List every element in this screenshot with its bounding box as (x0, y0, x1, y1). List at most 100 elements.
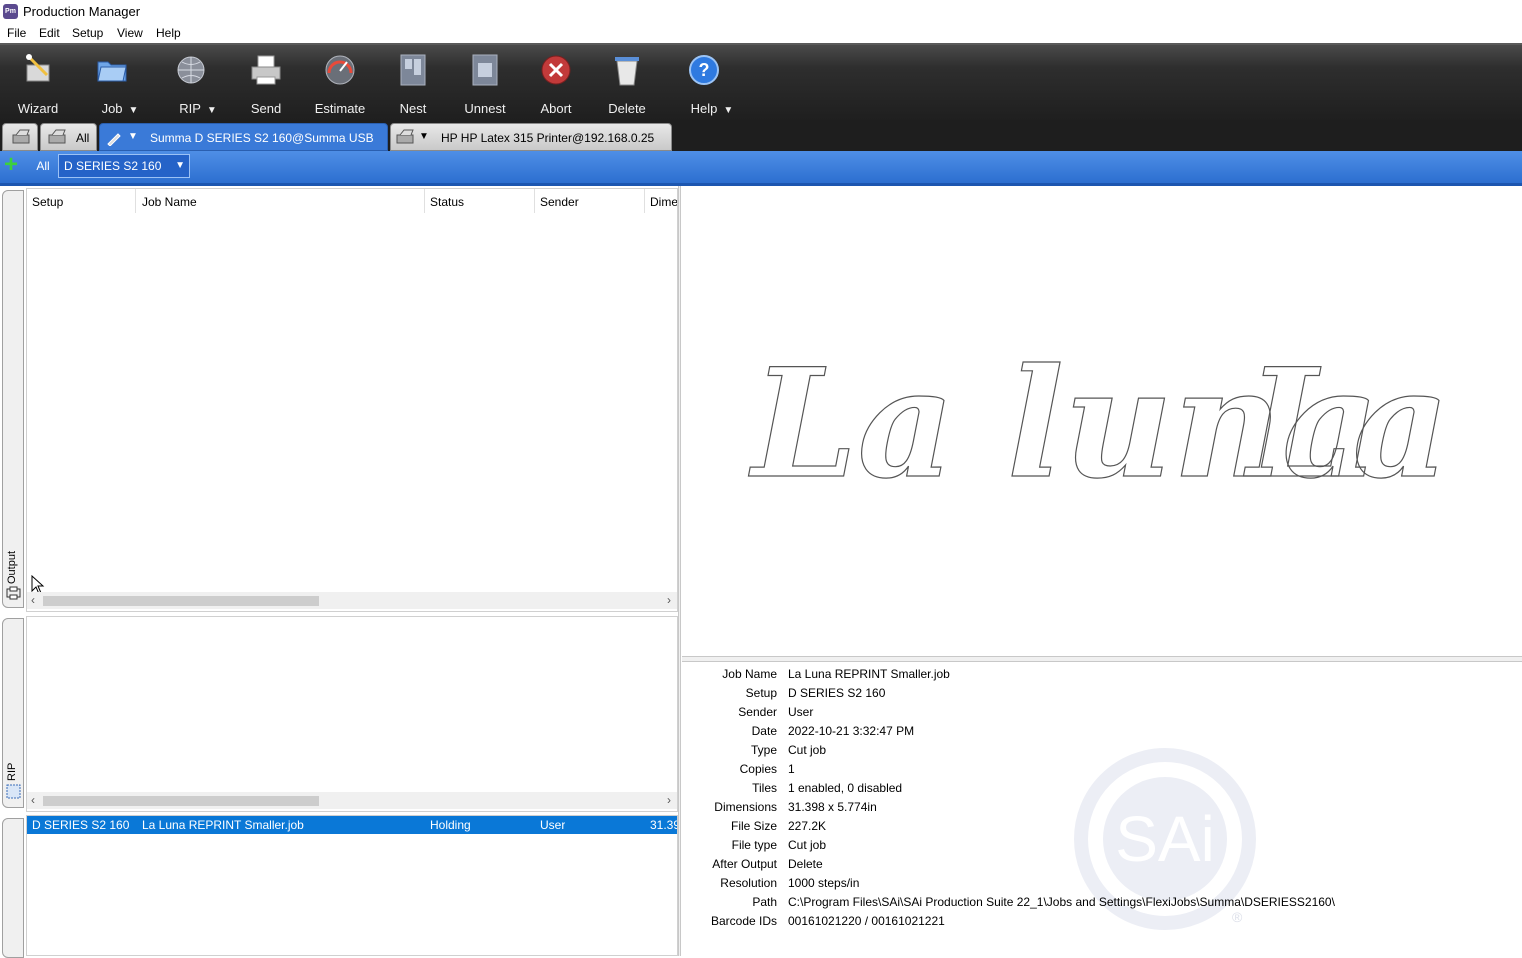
rip-button[interactable]: RIP ▼ (170, 51, 226, 117)
scrollbar-thumb[interactable] (43, 596, 319, 606)
column-setup[interactable]: Setup (32, 195, 63, 209)
scroll-right-icon[interactable]: › (667, 593, 671, 607)
trash-icon (615, 57, 639, 86)
menu-view[interactable]: View (117, 26, 143, 40)
wizard-button[interactable]: Wizard (10, 51, 66, 117)
property-value: La Luna REPRINT Smaller.job (788, 667, 950, 681)
property-row-dimensions: Dimensions 31.398 x 5.774in (682, 797, 1522, 816)
property-value: C:\Program Files\SAi\SAi Production Suit… (788, 895, 1335, 909)
folder-icon (97, 61, 127, 82)
abort-icon (541, 55, 571, 85)
help-button[interactable]: ? Help ▼ (684, 51, 740, 117)
menu-file[interactable]: File (7, 26, 26, 40)
printer-icon (48, 129, 66, 144)
menu-help[interactable]: Help (156, 26, 181, 40)
property-row-file-size: File Size 227.2K (682, 816, 1522, 835)
column-job-name[interactable]: Job Name (142, 195, 197, 209)
property-key: Path (752, 895, 777, 909)
rip-label: RIP (179, 101, 201, 116)
help-dropdown-icon[interactable]: ▼ (723, 105, 733, 116)
main-toolbar: Wizard Job ▼ RIP ▼ Send Estimate Nest Un… (0, 43, 1522, 120)
send-button[interactable]: Send (240, 51, 292, 117)
rip-horizontal-scrollbar[interactable]: ‹ › (27, 792, 677, 809)
column-status[interactable]: Status (430, 195, 464, 209)
scroll-right-icon[interactable]: › (667, 793, 671, 807)
side-tab-rip-label: RIP (6, 762, 18, 781)
property-row-type: Type Cut job (682, 740, 1522, 759)
output-queue-pane: Setup Job Name Status Sender Dime ‹ › (26, 188, 678, 612)
printer-icon (396, 129, 414, 144)
table-row[interactable]: D SERIES S2 160 La Luna REPRINT Smaller.… (27, 816, 677, 834)
job-button[interactable]: Job ▼ (92, 51, 148, 117)
side-tab-output[interactable]: Output (2, 190, 24, 608)
side-tab-hold[interactable] (2, 818, 24, 958)
tab-home[interactable] (2, 123, 38, 151)
property-row-resolution: Resolution 1000 steps/in (682, 873, 1522, 892)
nest-icon (400, 54, 426, 86)
property-value: 1 (788, 762, 795, 776)
job-dimensions-cell: 31.39 (650, 818, 677, 832)
hold-queue-pane: D SERIES S2 160 La Luna REPRINT Smaller.… (26, 815, 678, 956)
scroll-left-icon[interactable]: ‹ (31, 593, 35, 607)
column-header-row: Setup Job Name Status Sender Dime (27, 189, 677, 213)
column-sender[interactable]: Sender (540, 195, 579, 209)
title-bar: Pm Production Manager (0, 0, 1522, 23)
property-key: Dimensions (714, 800, 777, 814)
summa-dropdown-icon[interactable]: ▼ (128, 131, 138, 142)
vertical-splitter[interactable] (678, 186, 681, 956)
menu-setup[interactable]: Setup (72, 26, 103, 40)
property-row-after-output: After Output Delete (682, 854, 1522, 873)
hp-dropdown-icon[interactable]: ▼ (419, 131, 429, 142)
rip-dropdown-icon[interactable]: ▼ (207, 105, 217, 116)
svg-text:?: ? (699, 60, 710, 80)
output-horizontal-scrollbar[interactable]: ‹ › (27, 592, 677, 609)
abort-label: Abort (540, 101, 572, 116)
menu-edit[interactable]: Edit (39, 26, 60, 40)
nest-button[interactable]: Nest (390, 51, 436, 117)
globe-icon (177, 56, 205, 84)
preview-text-la: La (1243, 336, 1450, 512)
cut-outline-preview: La luna La (747, 335, 1450, 512)
unnest-button[interactable]: Unnest (460, 51, 510, 117)
unnest-icon (472, 54, 498, 86)
property-key: Type (750, 743, 777, 757)
tab-all-devices[interactable]: All (40, 123, 97, 151)
property-key: Barcode IDs (710, 914, 777, 928)
rip-queue-pane: ‹ › (26, 616, 678, 812)
output-icon (6, 586, 21, 600)
chevron-down-icon: ▼ (175, 160, 185, 171)
job-name-cell: La Luna REPRINT Smaller.job (142, 818, 304, 832)
property-key: Sender (738, 705, 777, 719)
column-dimensions[interactable]: Dime (650, 195, 677, 209)
tab-hp-device[interactable]: ▼ HP HP Latex 315 Printer@192.168.0.25 (390, 123, 672, 151)
property-row-path: Path C:\Program Files\SAi\SAi Production… (682, 892, 1522, 911)
property-key: File Size (730, 819, 777, 833)
scroll-left-icon[interactable]: ‹ (31, 793, 35, 807)
filter-all-button[interactable]: All (30, 155, 56, 177)
delete-button[interactable]: Delete (602, 51, 652, 117)
scrollbar-thumb[interactable] (43, 796, 319, 806)
add-icon[interactable]: + (4, 153, 24, 177)
estimate-label: Estimate (314, 101, 366, 116)
property-row-file-type: File type Cut job (682, 835, 1522, 854)
property-value: Cut job (788, 838, 827, 852)
property-key: Copies (739, 762, 777, 776)
property-value: 1000 steps/in (788, 876, 860, 890)
wizard-icon (26, 54, 50, 82)
side-tab-rip[interactable]: RIP (2, 618, 24, 808)
job-label: Job (101, 101, 123, 116)
app-icon: Pm (3, 4, 18, 19)
tab-summa-device[interactable]: ▼ Summa D SERIES S2 160@Summa USB (99, 123, 388, 151)
job-dropdown-icon[interactable]: ▼ (129, 105, 139, 116)
property-key: Tiles (752, 781, 777, 795)
property-row-date: Date 2022-10-21 3:32:47 PM (682, 721, 1522, 740)
job-status-cell: Holding (430, 818, 471, 832)
setup-select[interactable]: D SERIES S2 160 ▼ (58, 154, 190, 178)
gauge-icon (325, 55, 355, 85)
side-tab-output-label: Output (6, 550, 18, 584)
delete-label: Delete (608, 101, 646, 116)
estimate-button[interactable]: Estimate (310, 51, 370, 117)
job-setup-cell: D SERIES S2 160 (32, 818, 130, 832)
property-row-copies: Copies 1 (682, 759, 1522, 778)
abort-button[interactable]: Abort (532, 51, 580, 117)
